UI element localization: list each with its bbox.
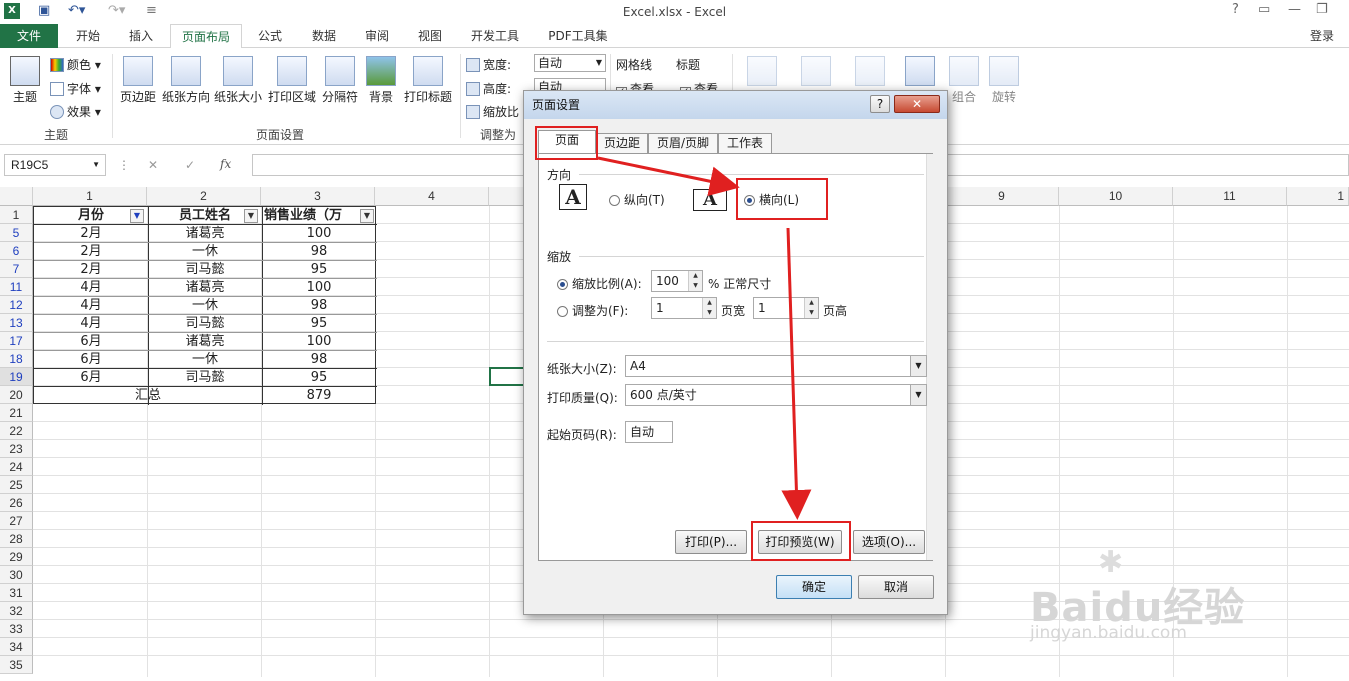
watermark-url: jingyan.baidu.com [1030,623,1187,643]
arrow-to-landscape [597,156,740,197]
baidu-watermark: ✱ Baidu经验 jingyan.baidu.com [1030,545,1290,655]
arrow-to-preview [781,227,812,520]
